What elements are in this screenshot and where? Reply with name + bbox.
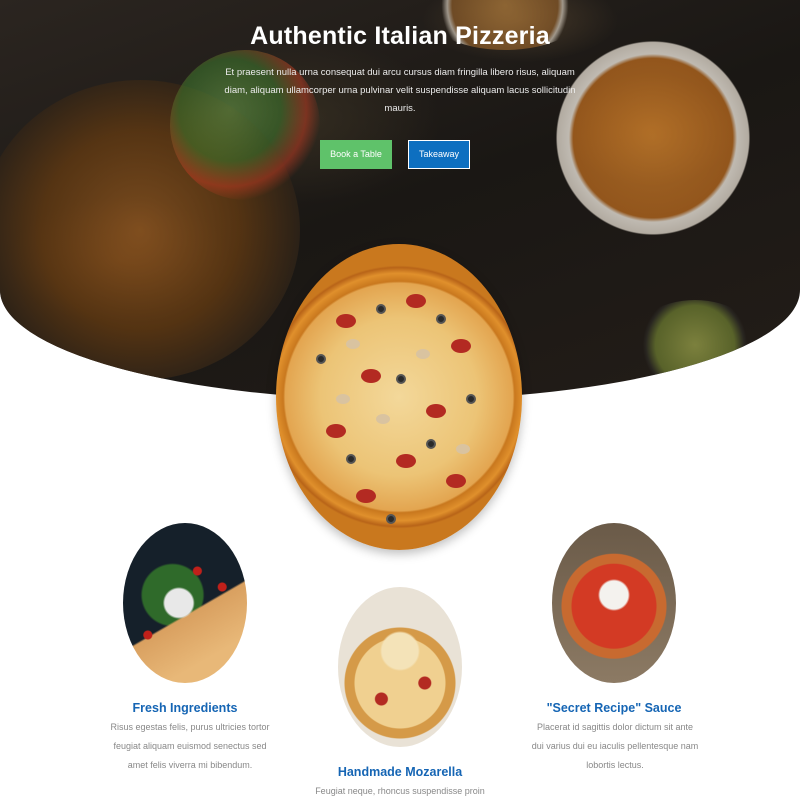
handmade-mozarella-image [338, 587, 462, 747]
secret-recipe-sauce-image [552, 523, 676, 683]
feature-text-handmade-mozarella: Feugiat neque, rhoncus suspendisse proin [315, 786, 485, 796]
fresh-ingredients-image [123, 523, 247, 683]
feature-title-handmade-mozarella: Handmade Mozarella [337, 765, 463, 779]
feature-text-secret-recipe-sauce: Placerat id sagittis dolor dictum sit an… [531, 722, 699, 770]
feature-title-fresh-ingredients: Fresh Ingredients [132, 701, 238, 715]
hero-description: Et praesent nulla urna consequat dui arc… [224, 67, 576, 114]
feature-text-fresh-ingredients: Risus egestas felis, purus ultricies tor… [110, 722, 270, 770]
takeaway-button[interactable]: Takeaway [408, 140, 470, 169]
hero-title: Authentic Italian Pizzeria [250, 22, 550, 50]
feature-title-secret-recipe-sauce: "Secret Recipe" Sauce [546, 701, 682, 715]
pizza-image [276, 244, 522, 550]
sauce-bowl-image [630, 300, 760, 390]
book-a-table-button[interactable]: Book a Table [320, 140, 392, 169]
